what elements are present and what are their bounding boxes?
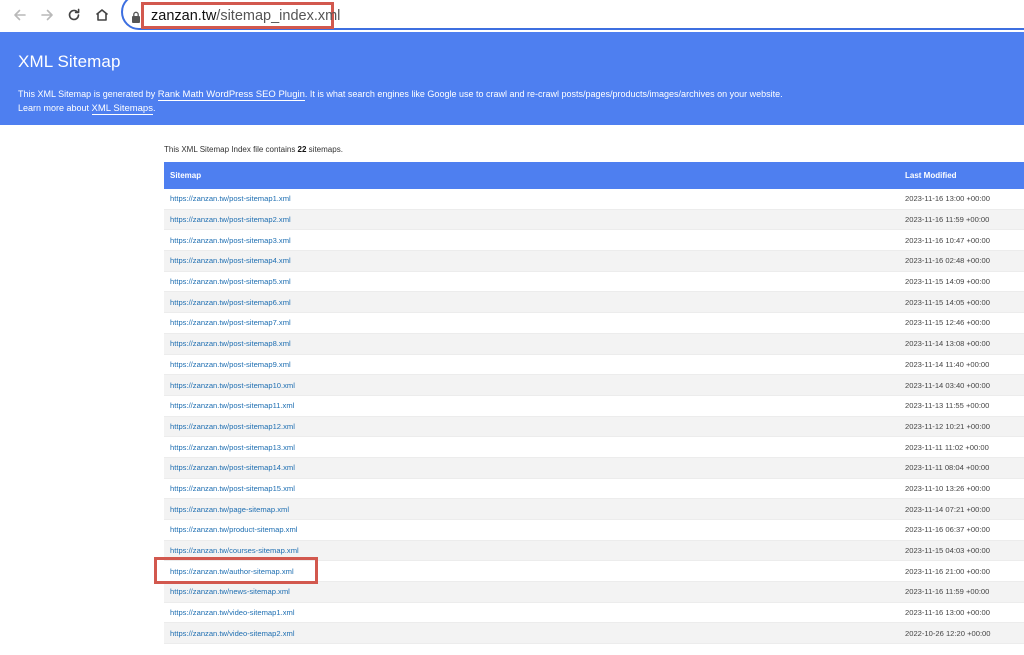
back-icon[interactable] — [9, 4, 31, 26]
sitemap-link[interactable]: https://zanzan.tw/author-sitemap.xml — [170, 567, 294, 576]
sitemap-link[interactable]: https://zanzan.tw/post-sitemap4.xml — [170, 256, 291, 265]
lock-icon[interactable] — [131, 10, 141, 23]
sitemap-link[interactable]: https://zanzan.tw/post-sitemap6.xml — [170, 298, 291, 307]
last-modified-cell: 2023-11-16 13:00 +00:00 — [905, 608, 990, 618]
last-modified-cell: 2023-11-12 10:21 +00:00 — [905, 421, 990, 431]
table-row: https://zanzan.tw/video-sitemap1.xml 2023… — [164, 603, 1024, 624]
sitemap-link[interactable]: https://zanzan.tw/post-sitemap12.xml — [170, 422, 295, 431]
last-modified-cell: 2023-11-16 02:48 +00:00 — [905, 256, 990, 266]
table-row: https://zanzan.tw/post-sitemap5.xml 2023-… — [164, 272, 1024, 293]
sitemap-link[interactable]: https://zanzan.tw/post-sitemap1.xml — [170, 194, 291, 203]
url-path: /sitemap_index.xml — [216, 7, 341, 24]
last-modified-cell: 2023-11-14 11:40 +00:00 — [905, 359, 990, 369]
last-modified-cell: 2023-11-15 14:09 +00:00 — [905, 277, 990, 287]
table-row: https://zanzan.tw/post-sitemap8.xml 2023-… — [164, 333, 1024, 355]
browser-toolbar: zanzan.tw/sitemap_index.xml — [0, 0, 1024, 32]
last-modified-cell: 2023-11-16 11:59 +00:00 — [905, 215, 990, 225]
page-title: XML Sitemap — [18, 52, 121, 71]
reload-icon[interactable] — [63, 4, 85, 26]
table-row: https://zanzan.tw/post-sitemap12.xml 2023… — [164, 416, 1024, 438]
last-modified-cell: 2023-11-10 13:26 +00:00 — [905, 483, 990, 493]
last-modified-cell: 2023-11-14 07:21 +00:00 — [905, 504, 990, 514]
last-modified-cell: 2023-11-16 10:47 +00:00 — [905, 235, 990, 245]
table-body: https://zanzan.tw/post-sitemap1.xml 2023-… — [164, 189, 1024, 645]
sitemap-header: XML Sitemap This XML Sitemap is generate… — [0, 32, 1024, 125]
table-row: https://zanzan.tw/post-sitemap4.xml 2023-… — [164, 251, 1024, 272]
sitemap-link[interactable]: https://zanzan.tw/video-sitemap2.xml — [170, 629, 295, 638]
last-modified-cell: 2023-11-16 11:59 +00:00 — [905, 587, 990, 597]
header-text-prefix: This XML Sitemap is generated by — [18, 89, 158, 99]
header-description: This XML Sitemap is generated by Rank Ma… — [18, 87, 783, 102]
table-row: https://zanzan.tw/courses-sitemap.xml 202… — [164, 540, 1024, 562]
url-host: zanzan.tw — [151, 7, 217, 24]
table-row: https://zanzan.tw/post-sitemap2.xml 2023-… — [164, 209, 1024, 231]
last-modified-cell: 2023-11-13 11:55 +00:00 — [905, 401, 990, 411]
forward-icon[interactable] — [36, 4, 58, 26]
sitemap-count-text: This XML Sitemap Index file contains 22 … — [164, 145, 343, 154]
table-row: https://zanzan.tw/post-sitemap6.xml 2023-… — [164, 292, 1024, 314]
sitemap-link[interactable]: https://zanzan.tw/post-sitemap5.xml — [170, 277, 291, 286]
table-row: https://zanzan.tw/product-sitemap.xml 202… — [164, 520, 1024, 541]
last-modified-cell: 2023-11-14 03:40 +00:00 — [905, 380, 990, 390]
sitemap-link[interactable]: https://zanzan.tw/video-sitemap1.xml — [170, 608, 295, 617]
table-row: https://zanzan.tw/author-sitemap.xml 2023… — [164, 561, 1024, 583]
last-modified-cell: 2023-11-16 21:00 +00:00 — [905, 566, 990, 576]
sitemap-link[interactable]: https://zanzan.tw/post-sitemap14.xml — [170, 463, 295, 472]
last-modified-cell: 2023-11-16 13:00 +00:00 — [905, 194, 990, 204]
last-modified-cell: 2023-11-15 04:03 +00:00 — [905, 546, 990, 556]
sitemap-link[interactable]: https://zanzan.tw/news-sitemap.xml — [170, 587, 290, 596]
count-suffix: sitemaps. — [306, 145, 343, 154]
sitemap-link[interactable]: https://zanzan.tw/post-sitemap13.xml — [170, 443, 295, 452]
table-row: https://zanzan.tw/video-sitemap2.xml 2022… — [164, 623, 1024, 645]
sitemap-link[interactable]: https://zanzan.tw/courses-sitemap.xml — [170, 546, 299, 555]
last-modified-cell: 2022-10-26 12:20 +00:00 — [905, 628, 991, 638]
sitemap-link[interactable]: https://zanzan.tw/product-sitemap.xml — [170, 525, 297, 534]
table-row: https://zanzan.tw/post-sitemap10.xml 2023… — [164, 375, 1024, 396]
last-modified-cell: 2023-11-15 12:46 +00:00 — [905, 318, 990, 328]
last-modified-cell: 2023-11-15 14:05 +00:00 — [905, 297, 990, 307]
table-row: https://zanzan.tw/post-sitemap13.xml 2023… — [164, 437, 1024, 458]
table-row: https://zanzan.tw/post-sitemap11.xml 2023… — [164, 396, 1024, 417]
sitemap-link[interactable]: https://zanzan.tw/post-sitemap11.xml — [170, 401, 294, 410]
table-row: https://zanzan.tw/page-sitemap.xml 2023-1… — [164, 499, 1024, 520]
sitemap-link[interactable]: https://zanzan.tw/page-sitemap.xml — [170, 505, 289, 514]
sitemap-link[interactable]: https://zanzan.tw/post-sitemap2.xml — [170, 215, 291, 224]
count-prefix: This XML Sitemap Index file contains — [164, 145, 298, 154]
table-row: https://zanzan.tw/news-sitemap.xml 2023-1… — [164, 582, 1024, 603]
header-text-suffix: . It is what search engines like Google … — [304, 89, 783, 99]
sitemap-link[interactable]: https://zanzan.tw/post-sitemap7.xml — [170, 318, 291, 327]
table-header: Sitemap Last Modified — [164, 162, 1024, 189]
header-sitemap: Sitemap — [170, 171, 202, 180]
table-row: https://zanzan.tw/post-sitemap7.xml 2023-… — [164, 313, 1024, 334]
table-row: https://zanzan.tw/post-sitemap9.xml 2023-… — [164, 355, 1024, 376]
sitemap-table: Sitemap Last Modified https://zanzan.tw/… — [164, 162, 1024, 645]
table-row: https://zanzan.tw/post-sitemap3.xml 2023-… — [164, 230, 1024, 252]
sitemap-link[interactable]: https://zanzan.tw/post-sitemap3.xml — [170, 236, 291, 245]
last-modified-cell: 2023-11-11 11:02 +00:00 — [905, 442, 989, 452]
header-last-modified: Last Modified — [905, 171, 957, 180]
sitemap-link[interactable]: https://zanzan.tw/post-sitemap15.xml — [170, 484, 295, 493]
last-modified-cell: 2023-11-16 06:37 +00:00 — [905, 525, 990, 535]
home-icon[interactable] — [91, 4, 113, 26]
last-modified-cell: 2023-11-14 13:08 +00:00 — [905, 339, 990, 349]
table-row: https://zanzan.tw/post-sitemap14.xml 2023… — [164, 457, 1024, 479]
header-learn-more: Learn more about XML Sitemaps. — [18, 101, 155, 116]
sitemap-link[interactable]: https://zanzan.tw/post-sitemap8.xml — [170, 339, 291, 348]
xml-sitemaps-link[interactable]: XML Sitemaps — [91, 103, 153, 115]
learn-more-prefix: Learn more about — [18, 103, 92, 113]
sitemap-link[interactable]: https://zanzan.tw/post-sitemap9.xml — [170, 360, 291, 369]
sitemap-link[interactable]: https://zanzan.tw/post-sitemap10.xml — [170, 381, 295, 390]
last-modified-cell: 2023-11-11 08:04 +00:00 — [905, 463, 990, 473]
url-text[interactable]: zanzan.tw/sitemap_index.xml — [141, 2, 340, 29]
table-row: https://zanzan.tw/post-sitemap15.xml 2023… — [164, 479, 1024, 500]
table-row: https://zanzan.tw/post-sitemap1.xml 2023-… — [164, 189, 1024, 210]
rank-math-link[interactable]: Rank Math WordPress SEO Plugin — [157, 89, 305, 101]
learn-more-suffix: . — [152, 103, 156, 113]
